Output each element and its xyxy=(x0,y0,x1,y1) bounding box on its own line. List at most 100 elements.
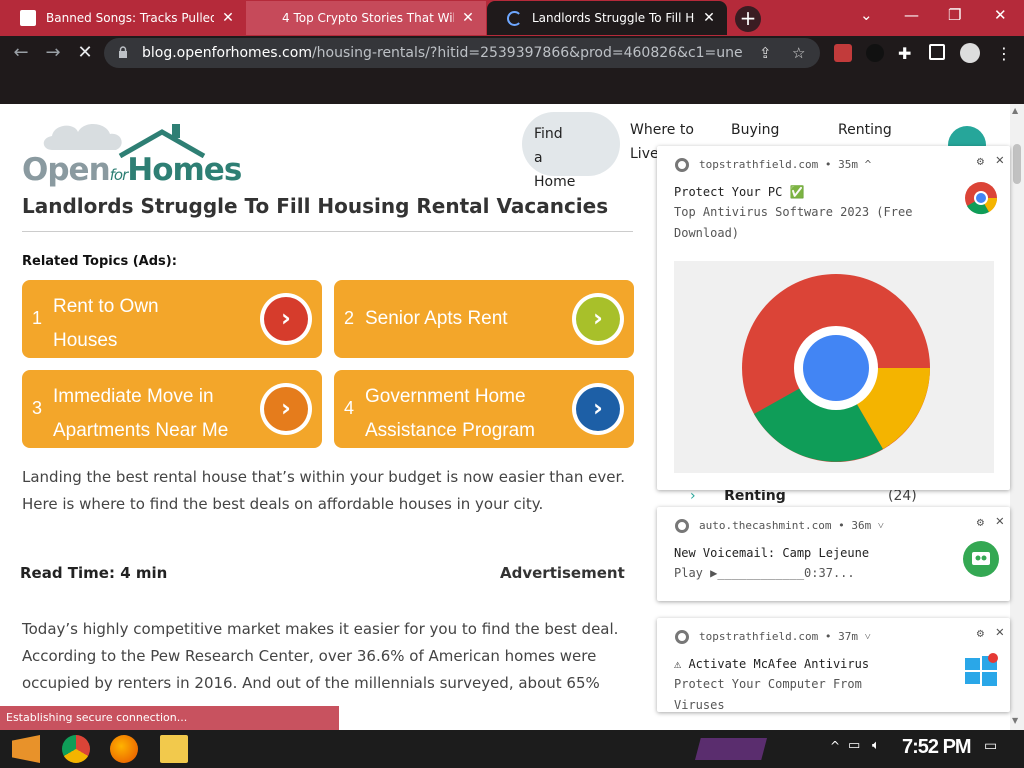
logo-homes-text: Homes xyxy=(127,152,242,188)
ad-immediate-move-button[interactable]: 3 Immediate Move in Apartments Near Me › xyxy=(22,370,322,448)
browser-tab-banned-songs[interactable]: Banned Songs: Tracks Pulled fo ✕ xyxy=(0,1,246,35)
read-time: Read Time: 4 min xyxy=(20,564,168,582)
taskbar-clock[interactable]: 7:52 PM xyxy=(902,736,972,759)
ad-label: Government Home Assistance Program xyxy=(365,386,536,441)
notification-title: New Voicemail: Camp Lejeune xyxy=(674,546,870,560)
ad-government-assistance-button[interactable]: 4 Government Home Assistance Program › xyxy=(334,370,634,448)
scroll-up-icon[interactable]: ▲ xyxy=(1012,106,1018,115)
firefox-taskbar-icon[interactable] xyxy=(110,735,138,763)
taskbar-decoration xyxy=(695,738,767,760)
sidebar-item-label: Renting xyxy=(724,488,786,504)
notification-source: topstrathfield.com • 37m ˅ xyxy=(699,630,871,643)
ad-senior-apts-button[interactable]: 2 Senior Apts Rent › xyxy=(334,280,634,358)
advertisement-label: Advertisement xyxy=(500,564,625,582)
ad-label: Rent to Own Houses xyxy=(53,296,159,351)
chevron-right-icon: › xyxy=(260,383,312,435)
chrome-small-icon xyxy=(675,519,689,533)
house-cloud-logo-icon xyxy=(43,123,206,158)
nav-renting[interactable]: Renting xyxy=(838,118,892,142)
side-panel-icon[interactable] xyxy=(929,44,945,60)
restore-icon[interactable]: ❐ xyxy=(948,6,961,24)
logo-open-text: Open xyxy=(22,152,111,188)
browser-toolbar: ← → ✕ blog.openforhomes.com/housing-rent… xyxy=(0,36,1024,70)
menu-kebab-icon[interactable]: ⋮ xyxy=(996,44,1014,63)
share-icon[interactable]: ⇪ xyxy=(759,44,772,62)
ad-label: Senior Apts Rent xyxy=(365,308,508,329)
chrome-logo-icon xyxy=(965,182,998,215)
browser-tab-crypto[interactable]: 4 Top Crypto Stories That Will ✕ xyxy=(246,1,486,35)
ad-rent-to-own-button[interactable]: 1 Rent to Own Houses › xyxy=(22,280,322,358)
page-top-band xyxy=(0,70,1024,104)
scroll-down-icon[interactable]: ▼ xyxy=(1012,716,1018,725)
volume-icon[interactable]: 🔈︎ xyxy=(872,738,880,753)
close-window-icon[interactable]: ✕ xyxy=(994,6,1007,24)
ad-number: 3 xyxy=(32,398,43,418)
gear-icon[interactable]: ⚙ xyxy=(977,154,984,168)
notification-protect-pc[interactable]: topstrathfield.com • 35m ^ ⚙ ✕ Protect Y… xyxy=(657,146,1010,490)
start-button-icon[interactable] xyxy=(12,735,40,763)
notification-body: Protect Your Computer From Viruses xyxy=(674,677,862,712)
open-for-homes-logo[interactable]: OpenforHomes xyxy=(22,110,242,190)
tab-title: Landlords Struggle To Fill Hous xyxy=(532,11,695,25)
status-bar: Establishing secure connection... xyxy=(0,706,339,730)
nav-find-a-home[interactable]: Find a Home xyxy=(522,112,620,190)
close-tab-icon[interactable]: ✕ xyxy=(460,10,476,26)
page-scrollbar[interactable]: ▲ ▼ xyxy=(1010,104,1024,730)
chevron-right-icon: › xyxy=(260,293,312,345)
extension-icon[interactable] xyxy=(834,44,852,62)
back-icon[interactable]: ← xyxy=(8,40,34,66)
intro-paragraph: Landing the best rental house that’s wit… xyxy=(22,468,626,513)
new-tab-button[interactable]: + xyxy=(735,6,761,32)
ad-number: 4 xyxy=(344,398,355,418)
chrome-small-icon xyxy=(675,630,689,644)
chevron-right-icon: › xyxy=(690,488,696,504)
chevron-right-icon: › xyxy=(572,293,624,345)
chrome-taskbar-icon[interactable] xyxy=(62,735,90,763)
forward-icon[interactable]: → xyxy=(40,40,66,66)
ad-number: 1 xyxy=(32,308,43,328)
notification-mcafee[interactable]: topstrathfield.com • 37m ˅ ⚙ ✕ ⚠ Activat… xyxy=(657,618,1010,712)
profile-avatar-icon[interactable] xyxy=(960,43,980,63)
notification-source: topstrathfield.com • 35m ^ xyxy=(699,158,872,171)
stop-loading-icon[interactable]: ✕ xyxy=(72,40,98,66)
notification-title: Protect Your PC ✅ xyxy=(674,185,805,199)
site-favicon-icon xyxy=(20,10,36,26)
notification-center-icon[interactable]: ▭ xyxy=(984,738,997,754)
logo-for-text: for xyxy=(109,166,129,184)
close-tab-icon[interactable]: ✕ xyxy=(701,10,717,26)
address-bar[interactable]: blog.openforhomes.com/housing-rentals/?h… xyxy=(104,38,820,68)
close-tab-icon[interactable]: ✕ xyxy=(220,10,236,26)
loading-spinner-icon xyxy=(507,10,522,26)
close-icon[interactable]: ✕ xyxy=(996,624,1004,640)
chrome-large-logo-icon xyxy=(742,274,930,462)
sidebar-item-renting[interactable]: › Renting (24) xyxy=(690,488,920,504)
notification-voicemail[interactable]: auto.thecashmint.com • 36m ˅ ⚙ ✕ New Voi… xyxy=(657,507,1010,601)
notification-source: auto.thecashmint.com • 36m ˅ xyxy=(699,519,885,532)
url-path: /housing-rentals/?hitid=2539397866&prod=… xyxy=(311,45,742,61)
tab-title: Banned Songs: Tracks Pulled fo xyxy=(46,11,214,25)
gear-icon[interactable]: ⚙ xyxy=(977,515,984,529)
related-topics-label: Related Topics (Ads): xyxy=(22,254,177,269)
close-icon[interactable]: ✕ xyxy=(996,513,1004,529)
tab-search-icon[interactable]: ⌄ xyxy=(860,6,873,24)
gear-icon[interactable]: ⚙ xyxy=(977,626,984,640)
browser-tab-landlords-active[interactable]: Landlords Struggle To Fill Hous ✕ xyxy=(487,1,727,35)
chrome-small-icon xyxy=(675,158,689,172)
nav-buying[interactable]: Buying xyxy=(731,118,779,142)
file-explorer-icon[interactable] xyxy=(160,735,188,763)
minimize-icon[interactable]: — xyxy=(904,6,919,24)
ad-number: 2 xyxy=(344,308,355,328)
tray-chevron-icon[interactable]: ^ xyxy=(830,739,840,753)
close-icon[interactable]: ✕ xyxy=(996,152,1004,168)
divider xyxy=(22,231,633,232)
extensions-puzzle-icon[interactable]: ✚ xyxy=(898,44,916,63)
sidebar-item-count: (24) xyxy=(888,488,917,504)
tab-title: 4 Top Crypto Stories That Will xyxy=(282,11,454,25)
taskbar: ^ ▭ 🔈︎ 7:52 PM ▭ xyxy=(0,730,1024,768)
network-icon[interactable]: ▭ xyxy=(848,738,860,753)
bookmark-star-icon[interactable]: ☆ xyxy=(792,44,805,62)
extension-dark-icon[interactable] xyxy=(866,44,884,62)
voicemail-icon xyxy=(963,541,999,577)
chevron-right-icon: › xyxy=(572,383,624,435)
scroll-thumb[interactable] xyxy=(1013,144,1021,184)
